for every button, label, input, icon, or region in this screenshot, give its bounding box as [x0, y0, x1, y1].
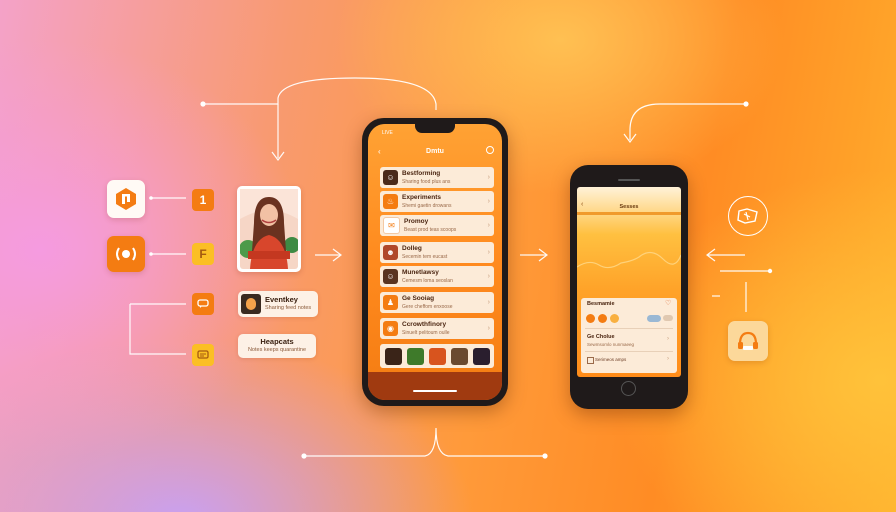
status-text: LIVE	[382, 130, 393, 136]
rewind-icon[interactable]	[586, 314, 595, 323]
avatar-icon: ☻	[383, 245, 398, 260]
notes-card-title: Heapcats	[260, 337, 294, 346]
home-button[interactable]	[621, 381, 636, 396]
trend-line	[577, 251, 681, 269]
thumbnail-2[interactable]	[406, 347, 424, 365]
chevron-right-icon: ›	[487, 273, 490, 280]
app-logo-icon[interactable]	[107, 180, 145, 218]
main-phone-title: Dmtu	[426, 148, 444, 155]
step-one-tile[interactable]: 1	[192, 189, 214, 211]
controls-row	[586, 314, 619, 323]
row2-subtitle: Sewmsomlo nunmaeeg	[587, 342, 635, 347]
broadcast-icon[interactable]	[107, 236, 145, 272]
chevron-right-icon: ›	[487, 198, 490, 205]
profile-photo-card[interactable]	[237, 186, 301, 272]
main-phone: LIVE ‹ Dmtu ☺ Bestforming Sharing food pl…	[362, 118, 508, 406]
cloud-icon[interactable]	[647, 315, 661, 322]
list-item[interactable]: ♨ Experiments Shemi gaetin drowans ›	[380, 191, 494, 212]
header-bar	[577, 212, 681, 215]
search-icon[interactable]	[486, 146, 494, 154]
row3-title: Serimeos amps	[595, 357, 627, 362]
forward-icon[interactable]	[610, 314, 619, 323]
thumbnail-strip	[380, 344, 494, 368]
person-icon: ♟	[383, 295, 398, 310]
main-phone-screen: LIVE ‹ Dmtu ☺ Bestforming Sharing food pl…	[368, 124, 502, 400]
message-icon[interactable]	[192, 344, 214, 366]
secondary-phone-title: Sesses	[619, 204, 639, 210]
home-indicator[interactable]	[413, 390, 457, 392]
checkbox-icon[interactable]	[587, 357, 594, 364]
support-icon[interactable]	[728, 321, 768, 361]
thumbnail-3[interactable]	[428, 347, 446, 365]
speaker-slot	[618, 179, 640, 181]
list-item[interactable]: ◉ Ccrowthfinory Sinuelt pelitoum oulle ›	[380, 318, 494, 339]
thumbnail-5[interactable]	[472, 347, 490, 365]
person-portrait-icon	[240, 189, 298, 269]
thumbnail-4[interactable]	[450, 347, 468, 365]
coupon-icon[interactable]	[728, 196, 768, 236]
chevron-right-icon: ›	[667, 336, 669, 342]
event-thumbnail-icon	[241, 294, 261, 314]
row2-title: Ge Cholue	[587, 334, 615, 340]
event-card[interactable]: Eventkey Sharing feed notes	[238, 291, 318, 317]
heart-icon[interactable]: ♡	[665, 299, 671, 307]
toggle-switch[interactable]	[663, 315, 673, 321]
avatar-icon: ☺	[383, 170, 398, 185]
chat-bubble-icon: ✉	[383, 217, 400, 234]
list-item[interactable]: ☻ Dolleg Secemin tem eucast ›	[380, 242, 494, 263]
notes-card[interactable]: Heapcats Notes keeps quarantine	[238, 334, 316, 358]
chevron-right-icon: ›	[487, 249, 490, 256]
status-panel: Besmamie ♡ Ge Cholue Sewmsomlo nunmaeeg …	[581, 298, 677, 373]
secondary-phone: ‹ Sesses Besmamie ♡ Ge Cholue Sewmsomlo …	[570, 165, 688, 409]
list-item[interactable]: ☺ Munetlawsy Cemesm loma seoslan ›	[380, 266, 494, 287]
notes-card-subtitle: Notes keeps quarantine	[247, 347, 307, 353]
flame-icon: ♨	[383, 194, 398, 209]
divider	[585, 351, 673, 352]
play-icon[interactable]	[598, 314, 607, 323]
thumbnail-1[interactable]	[384, 347, 402, 365]
chat-icon[interactable]	[192, 293, 214, 315]
bottom-bar	[368, 372, 502, 400]
notch	[415, 124, 455, 133]
divider	[585, 328, 673, 329]
list-item[interactable]: ✉ Promoy Beast prod teas scoops ›	[380, 215, 494, 236]
growth-icon: ◉	[383, 321, 398, 336]
step-two-tile[interactable]: F	[192, 243, 214, 265]
chevron-right-icon: ›	[487, 222, 490, 229]
chevron-right-icon: ›	[487, 174, 490, 181]
chevron-right-icon: ›	[667, 356, 669, 362]
secondary-phone-screen: ‹ Sesses Besmamie ♡ Ge Cholue Sewmsomlo …	[577, 187, 681, 377]
event-card-subtitle: Sharing feed notes	[265, 305, 312, 311]
event-card-title: Eventkey	[265, 295, 298, 304]
list-item[interactable]: ♟ Ge Sooiag Gere cheffom enxoose ›	[380, 292, 494, 313]
chevron-right-icon: ›	[487, 325, 490, 332]
avatar-icon: ☺	[383, 269, 398, 284]
panel-title: Besmamie	[587, 301, 615, 307]
chevron-right-icon: ›	[487, 299, 490, 306]
list-item[interactable]: ☺ Bestforming Sharing food plus ans ›	[380, 167, 494, 188]
